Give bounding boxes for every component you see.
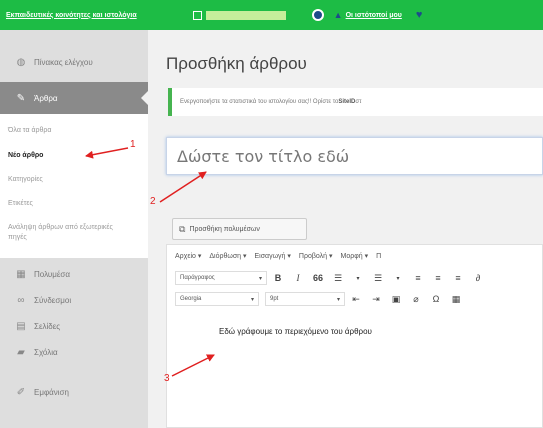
admin-sidebar: ◍ Πίνακας ελέγχου ✎ Άρθρα Όλα τα άρθρα Ν… [0,30,148,428]
editor-toolbar-2: Georgia ▾ 9pt ▾ ⇤ ⇥ ▣ ⌀ Ω ▦ [167,289,543,309]
submenu-all-posts[interactable]: Όλα τα άρθρα [8,126,123,136]
editor-toolbar-1: Παράγραφος ▾ B I 66 ☰ ▾ ☰ ▾ ≡ ≡ ≡ ∂ [167,267,543,289]
menu-more[interactable]: Π [376,253,381,260]
sidebar-item-label: Εμφάνιση [34,387,69,397]
menu-insert[interactable]: Εισαγωγή ▾ [255,252,291,260]
format-select[interactable]: Παράγραφος ▾ [175,271,267,285]
omega-icon[interactable]: Ω [431,294,441,304]
outdent-icon[interactable]: ⇤ [351,294,361,305]
add-media-label: Προσθήκη πολυμέσων [189,225,260,233]
comments-icon: ▰ [17,346,25,358]
pages-icon: ▤ [16,320,26,332]
eraser-icon[interactable]: ⌀ [411,294,421,305]
font-family-select[interactable]: Georgia ▾ [175,292,259,306]
image-icon[interactable]: ▣ [391,294,401,305]
chevron-down-icon[interactable]: ▾ [393,275,403,282]
highlight-box [192,10,202,20]
heart-icon[interactable]: ♥ [416,9,423,21]
align-right-icon[interactable]: ≡ [453,273,463,283]
font-family-value: Georgia [180,296,202,302]
notice-text: Ενεργοποιήστε τα στατιστικά του ιστολογί… [180,99,339,105]
menu-view[interactable]: Προβολή ▾ [299,252,333,260]
chevron-down-icon: ▾ [258,275,262,282]
submenu-import-posts[interactable]: Ανάληψη άρθρων από εξωτερικές πηγές [8,223,123,243]
chevron-down-icon: ▾ [250,296,254,303]
chevron-down-icon[interactable]: ▾ [353,275,363,282]
sidebar-item-appearance[interactable]: ✐ Εμφάνιση [0,376,148,408]
sidebar-item-label: Άρθρα [34,93,58,103]
sidebar-item-posts[interactable]: ✎ Άρθρα [0,82,148,114]
appearance-icon: ✐ [16,386,26,398]
step-label-1: 1 [130,139,136,150]
format-select-value: Παράγραφος [180,275,215,281]
content-editor: Αρχείο ▾ Διόρθωση ▾ Εισαγωγή ▾ Προβολή ▾… [166,244,543,428]
post-title-input[interactable] [166,137,543,175]
font-size-value: 9pt [270,296,279,302]
my-sites-link[interactable]: Οι ιστότοποί μου [346,12,402,19]
bullet-list-icon[interactable]: ☰ [333,273,343,284]
menu-format[interactable]: Μορφή ▾ [341,252,369,260]
sidebar-item-label: Πίνακας ελέγχου [34,57,93,67]
notification-circle-icon[interactable] [311,9,324,21]
numbered-list-icon[interactable]: ☰ [373,273,383,284]
font-size-select[interactable]: 9pt ▾ [265,292,345,306]
align-left-icon[interactable]: ≡ [413,273,423,283]
add-media-button[interactable]: ⧉ Προσθήκη πολυμέσων [172,218,307,240]
pin-icon: ✎ [16,92,26,104]
menu-edit[interactable]: Διόρθωση ▾ [209,252,246,260]
submenu-new-post[interactable]: Νέο άρθρο [8,151,123,161]
admin-bar: Εκπαιδευτικές κοινότητες και ιστολόγια ▲… [0,0,543,30]
sidebar-item-label: Σελίδες [34,321,61,331]
bold-button[interactable]: B [273,273,283,283]
italic-button[interactable]: I [293,273,303,283]
stats-notice: Ενεργοποιήστε τα στατιστικά του ιστολογί… [168,88,543,116]
media-icon: ▦ [16,268,26,280]
submenu-tags[interactable]: Ετικέτες [8,199,123,209]
blockquote-button[interactable]: 66 [313,273,323,283]
link-icon[interactable]: ∂ [473,273,483,283]
step-label-3: 3 [164,373,170,384]
sidebar-item-label: Σύνδεσμοι [34,295,72,305]
indent-icon[interactable]: ⇥ [371,294,381,305]
sidebar-item-dashboard[interactable]: ◍ Πίνακας ελέγχου [0,46,148,78]
submenu-categories[interactable]: Κατηγορίες [8,175,123,185]
page-title: Προσθήκη άρθρου [166,54,307,73]
editor-menubar: Αρχείο ▾ Διόρθωση ▾ Εισαγωγή ▾ Προβολή ▾… [167,245,543,267]
main-content: Προσθήκη άρθρου Ενεργοποιήστε τα στατιστ… [148,30,543,428]
sidebar-item-label: Πολυμέσα [34,269,70,279]
table-icon[interactable]: ▦ [451,294,461,305]
sidebar-item-comments[interactable]: ▰ Σχόλια [0,336,148,368]
my-sites-icon: ▲ [333,10,343,20]
editor-body-text[interactable]: Εδώ γράφουμε το περιεχόμενο του άρθρου [219,327,372,336]
menu-file[interactable]: Αρχείο ▾ [175,252,201,260]
dashboard-icon: ◍ [16,56,26,68]
align-center-icon[interactable]: ≡ [433,273,443,283]
step-label-2: 2 [150,196,156,207]
chevron-down-icon: ▾ [336,296,340,303]
notice-tail: στ [355,99,362,105]
add-media-icon: ⧉ [179,223,186,234]
link-icon: ∞ [17,294,25,306]
site-name-link[interactable]: Εκπαιδευτικές κοινότητες και ιστολόγια [6,12,137,19]
notice-siteid-link[interactable]: SiteID [338,99,355,105]
highlight-bar [205,10,286,20]
posts-submenu: Όλα τα άρθρα Νέο άρθρο Κατηγορίες Ετικέτ… [0,114,148,258]
sidebar-item-label: Σχόλια [34,347,58,357]
